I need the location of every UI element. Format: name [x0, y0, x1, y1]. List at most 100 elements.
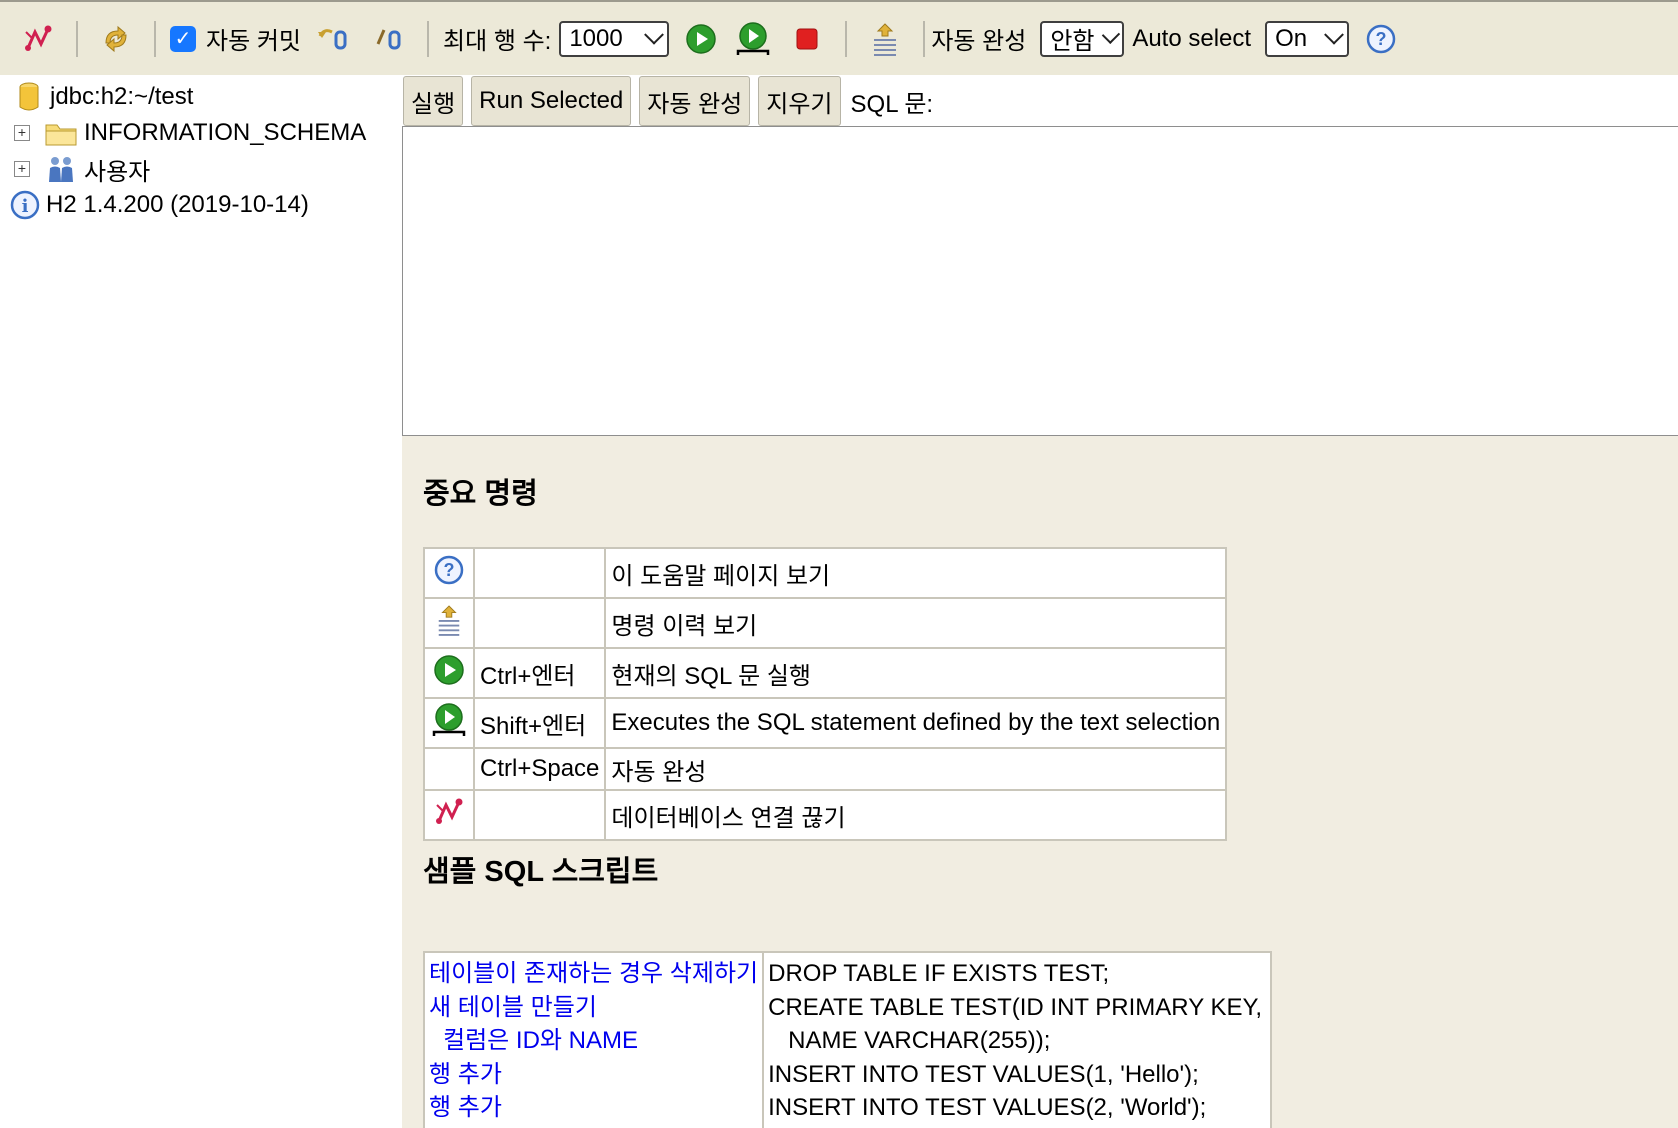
- command-desc: 자동 완성: [604, 747, 1228, 791]
- help-icon[interactable]: ?: [1363, 21, 1399, 57]
- chevron-down-icon: [1101, 25, 1120, 44]
- command-key: [472, 547, 607, 599]
- command-desc: 명령 이력 보기: [604, 597, 1228, 649]
- help-icon[interactable]: ?: [434, 555, 464, 585]
- command-desc: 이 도움말 페이지 보기: [604, 547, 1228, 599]
- toolbar-separator: [427, 20, 429, 57]
- table-row: Shift+엔터 Executes the SQL statement defi…: [423, 697, 1228, 749]
- table-row: ? 이 도움말 페이지 보기: [423, 547, 1228, 599]
- folder-icon: [44, 118, 78, 148]
- command-icon-cell: [423, 647, 475, 699]
- command-icon-cell: [423, 597, 475, 649]
- run-selected-icon[interactable]: [735, 21, 771, 57]
- command-icon-cell: [423, 789, 475, 841]
- sample-sql-table: 테이블이 존재하는 경우 삭제하기 새 테이블 만들기 컬럼은 ID와 NAME…: [422, 951, 1273, 1128]
- tree-item-version: i H2 1.4.200 (2019-10-14): [10, 187, 309, 223]
- users-icon: [44, 154, 78, 184]
- sql-statement-label: SQL 문:: [850, 90, 934, 118]
- command-desc: Executes the SQL statement defined by th…: [604, 697, 1228, 749]
- database-icon: [14, 82, 44, 112]
- rollback-icon[interactable]: [315, 21, 351, 57]
- run-icon[interactable]: [433, 654, 465, 686]
- refresh-icon[interactable]: [98, 21, 134, 57]
- tree-item-information-schema[interactable]: + INFORMATION_SCHEMA: [14, 115, 366, 151]
- run-icon[interactable]: [683, 21, 719, 57]
- tree-item-label: H2 1.4.200 (2019-10-14): [46, 191, 309, 218]
- sample-link[interactable]: 행 추가: [429, 1058, 758, 1092]
- command-desc: 데이터베이스 연결 끊기: [604, 789, 1228, 841]
- toolbar-separator: [845, 20, 848, 57]
- table-row: 테이블이 존재하는 경우 삭제하기 새 테이블 만들기 컬럼은 ID와 NAME…: [422, 951, 1273, 1128]
- svg-text:i: i: [22, 196, 29, 217]
- database-tree: jdbc:h2:~/test + INFORMATION_SCHEMA + 사용…: [0, 75, 402, 1128]
- history-icon[interactable]: [867, 21, 903, 57]
- max-rows-select[interactable]: 1000: [559, 20, 670, 57]
- table-row: 데이터베이스 연결 끊기: [423, 789, 1228, 841]
- history-icon[interactable]: [435, 603, 463, 637]
- info-icon: i: [10, 190, 40, 220]
- sample-sql-line: CREATE TABLE TEST(ID INT PRIMARY KEY,: [768, 993, 1263, 1021]
- query-toolbar: 실행 Run Selected 자동 완성 지우기 SQL 문:: [402, 75, 1678, 127]
- table-row: Ctrl+엔터 현재의 SQL 문 실행: [423, 647, 1228, 699]
- svg-text:?: ?: [1376, 29, 1387, 49]
- table-row: 명령 이력 보기: [423, 597, 1228, 649]
- autocomplete-button[interactable]: 자동 완성: [639, 76, 751, 126]
- sample-link[interactable]: 행 추가: [429, 1091, 758, 1125]
- table-row: Ctrl+Space 자동 완성: [423, 747, 1228, 791]
- commands-table: ? 이 도움말 페이지 보기 명령 이력 보기 Ctrl+엔터 현재의 SQL …: [423, 547, 1228, 841]
- sample-sql-heading: 샘플 SQL 스크립트: [423, 856, 659, 888]
- sample-sql-line: NAME VARCHAR(255));: [788, 1027, 1051, 1054]
- tree-item-label: 사용자: [84, 158, 151, 186]
- command-icon-cell: [423, 747, 475, 791]
- command-key: Ctrl+Space: [472, 747, 607, 791]
- autocomplete-label: 자동 완성: [931, 28, 1027, 55]
- stop-icon[interactable]: [789, 21, 825, 57]
- commit-icon[interactable]: [371, 21, 407, 57]
- command-key: Shift+엔터: [472, 697, 607, 749]
- toolbar-separator: [154, 20, 156, 57]
- disconnect-icon[interactable]: [434, 797, 464, 827]
- sample-sql-line: INSERT INTO TEST VALUES(1, 'Hello');: [768, 1060, 1199, 1088]
- command-icon-cell: [423, 697, 475, 749]
- tree-item-users[interactable]: + 사용자: [14, 151, 150, 187]
- sample-link[interactable]: 테이블이 존재하는 경우 삭제하기: [429, 957, 758, 991]
- command-desc: 현재의 SQL 문 실행: [604, 647, 1228, 699]
- run-selected-button[interactable]: Run Selected: [471, 76, 632, 126]
- important-commands-heading: 중요 명령: [423, 478, 538, 510]
- chevron-down-icon: [1324, 24, 1344, 45]
- command-key: [472, 597, 607, 649]
- autocommit-checkbox[interactable]: ✓: [170, 25, 196, 52]
- max-rows-value: 1000: [569, 24, 623, 52]
- run-selected-icon[interactable]: [431, 702, 467, 738]
- autoselect-value: On: [1275, 24, 1308, 52]
- autocomplete-value: 안함: [1050, 28, 1095, 55]
- sample-descriptions: 테이블이 존재하는 경우 삭제하기 새 테이블 만들기 컬럼은 ID와 NAME…: [422, 951, 765, 1128]
- sample-statements: DROP TABLE IF EXISTS TEST; CREATE TABLE …: [762, 951, 1273, 1128]
- clear-button[interactable]: 지우기: [758, 76, 841, 126]
- toolbar: ✓ 자동 커밋 최대 행 수: 1000 자동 완성 안함 Auto selec…: [0, 0, 1678, 75]
- tree-item-connection[interactable]: jdbc:h2:~/test: [14, 79, 193, 115]
- toolbar-separator: [923, 20, 926, 57]
- max-rows-label: 최대 행 수:: [443, 28, 552, 55]
- command-icon-cell: ?: [423, 547, 475, 599]
- toolbar-separator: [76, 20, 78, 57]
- checkbox-checked-icon[interactable]: ✓: [170, 25, 196, 52]
- autoselect-select[interactable]: On: [1265, 20, 1350, 57]
- command-key: Ctrl+엔터: [472, 647, 607, 699]
- svg-text:?: ?: [444, 560, 455, 580]
- sample-link[interactable]: 새 테이블 만들기: [429, 991, 758, 1025]
- expand-icon[interactable]: +: [14, 161, 30, 177]
- tree-item-label: INFORMATION_SCHEMA: [84, 119, 367, 146]
- autoselect-label: Auto select: [1132, 24, 1252, 52]
- sample-sql-line: DROP TABLE IF EXISTS TEST;: [768, 960, 1110, 987]
- sample-sql-line: INSERT INTO TEST VALUES(2, 'World');: [768, 1094, 1207, 1121]
- expand-icon[interactable]: +: [14, 125, 30, 141]
- autocomplete-select[interactable]: 안함: [1040, 20, 1125, 57]
- chevron-down-icon: [644, 24, 665, 45]
- help-panel: 중요 명령 ? 이 도움말 페이지 보기 명령 이력 보기 Ctrl+엔터 현재…: [402, 436, 1678, 1128]
- autocommit-label: 자동 커밋: [206, 28, 301, 55]
- execute-button[interactable]: 실행: [403, 76, 464, 126]
- disconnect-icon[interactable]: [20, 21, 56, 57]
- sql-editor[interactable]: [402, 126, 1678, 436]
- sample-link[interactable]: 컬럼은 ID와 NAME: [429, 1024, 758, 1058]
